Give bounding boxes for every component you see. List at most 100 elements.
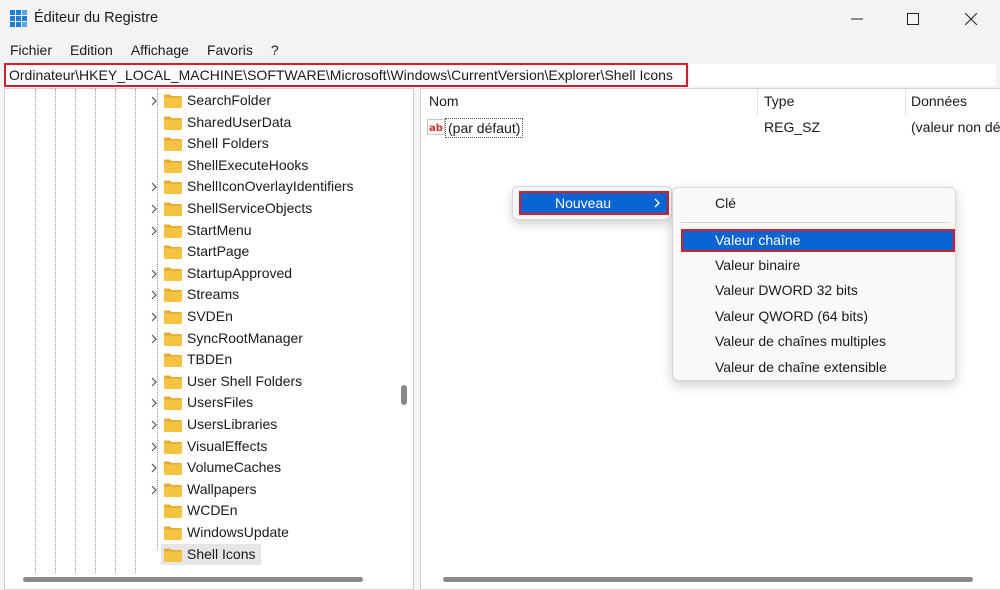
folder-icon [164, 375, 182, 389]
tree-item-label: Shell Folders [187, 135, 269, 152]
svg-text:ab: ab [429, 123, 443, 134]
chevron-right-icon[interactable] [149, 95, 159, 107]
tree-item-label: SVDEn [187, 308, 233, 324]
string-value-icon: ab [427, 119, 445, 135]
folder-icon [164, 159, 182, 173]
close-icon [965, 13, 977, 25]
tree-item-label: Shell Icons [187, 545, 256, 562]
tree-item[interactable]: WindowsUpdate [5, 522, 395, 544]
column-header-name[interactable]: Nom [429, 93, 459, 109]
menu-bar: Fichier Edition Affichage Favoris ? [0, 39, 287, 61]
chevron-right-icon[interactable] [149, 333, 159, 345]
menu-edition[interactable]: Edition [60, 39, 121, 61]
tree-item[interactable]: UsersFiles [5, 392, 395, 414]
submenu-item-valeur-chaine-extensible[interactable]: Valeur de chaîne extensible [673, 356, 957, 380]
submenu-item-valeur-binaire[interactable]: Valeur binaire [673, 254, 957, 278]
address-bar-empty[interactable] [690, 64, 996, 86]
chevron-right-icon[interactable] [149, 397, 159, 409]
folder-icon [164, 440, 182, 454]
minimize-icon [851, 18, 863, 20]
value-row[interactable]: ab (par défaut) REG_SZ (valeur non dé [421, 117, 1000, 139]
tree-item[interactable]: UsersLibraries [5, 414, 395, 436]
folder-icon [164, 332, 182, 346]
tree-item[interactable]: Shell Icons [5, 543, 395, 566]
menu-favoris[interactable]: Favoris [197, 39, 261, 61]
folder-icon [164, 94, 182, 108]
menu-fichier[interactable]: Fichier [0, 39, 60, 61]
tree-item-label: StartPage [187, 243, 250, 260]
tree-item-label: StartMenu [187, 221, 252, 238]
tree-item[interactable]: SVDEn [5, 306, 395, 328]
tree-horizontal-scrollbar[interactable] [23, 577, 363, 582]
chevron-right-icon[interactable] [149, 484, 159, 496]
tree-item-label: SharedUserData [187, 113, 292, 130]
menu-affichage[interactable]: Affichage [121, 39, 197, 61]
menu-item-nouveau-label: Nouveau [555, 195, 612, 211]
tree-item[interactable]: VisualEffects [5, 436, 395, 458]
tree-item[interactable]: StartMenu [5, 220, 395, 242]
chevron-right-icon[interactable] [149, 268, 159, 280]
chevron-right-icon[interactable] [149, 289, 159, 301]
chevron-right-icon[interactable] [149, 311, 159, 323]
address-bar[interactable]: Ordinateur\HKEY_LOCAL_MACHINE\SOFTWARE\M… [4, 63, 688, 87]
tree-item-label: StartupApproved [187, 264, 293, 281]
tree-item[interactable]: ShellServiceObjects [5, 198, 395, 220]
submenu-item-cle[interactable]: Clé [673, 192, 957, 216]
chevron-right-icon[interactable] [149, 441, 159, 453]
column-header-data[interactable]: Données [911, 93, 967, 109]
tree-item[interactable]: ShellExecuteHooks [5, 155, 395, 177]
value-data: (valeur non dé [911, 119, 1000, 135]
new-submenu: Clé Valeur chaîne Valeur binaire Valeur … [672, 187, 956, 381]
tree-item[interactable]: SharedUserData [5, 112, 395, 134]
tree-item[interactable]: StartPage [5, 241, 395, 263]
maximize-button[interactable] [884, 0, 942, 38]
tree-item[interactable]: TBDEn [5, 349, 395, 371]
tree-item[interactable]: WCDEn [5, 500, 395, 522]
menu-help[interactable]: ? [261, 39, 287, 61]
minimize-button[interactable] [828, 0, 886, 38]
chevron-right-icon[interactable] [149, 462, 159, 474]
tree-item[interactable]: StartupApproved [5, 263, 395, 285]
context-menu: Nouveau [512, 186, 672, 220]
submenu-item-valeur-chaine[interactable]: Valeur chaîne [681, 229, 955, 252]
folder-icon [164, 461, 182, 476]
value-name[interactable]: (par défaut) [445, 118, 524, 138]
close-button[interactable] [942, 0, 1000, 38]
column-header-type[interactable]: Type [764, 93, 794, 109]
tree-item[interactable]: Shell Folders [5, 133, 395, 155]
column-separator[interactable] [905, 89, 906, 115]
submenu-item-valeur-chaines-multiples[interactable]: Valeur de chaînes multiples [673, 330, 957, 354]
folder-icon [164, 224, 182, 238]
tree-item[interactable]: SyncRootManager [5, 328, 395, 350]
chevron-right-icon[interactable] [149, 376, 159, 388]
title-bar: Éditeur du Registre [0, 0, 1000, 38]
folder-icon [164, 353, 182, 368]
chevron-right-icon[interactable] [149, 225, 159, 237]
tree-item[interactable]: VolumeCaches [5, 457, 395, 479]
list-horizontal-scrollbar[interactable] [443, 577, 973, 582]
tree-vertical-scrollbar[interactable] [401, 385, 407, 405]
chevron-right-icon[interactable] [149, 181, 159, 193]
folder-icon [164, 180, 182, 195]
chevron-right-icon[interactable] [149, 419, 159, 431]
folder-icon [164, 202, 182, 216]
column-separator[interactable] [757, 89, 758, 115]
tree-item-label: UsersLibraries [187, 416, 278, 432]
folder-icon [164, 548, 182, 562]
key-tree-pane[interactable]: SearchFolder SharedUserData Shell Folders S… [4, 88, 414, 590]
maximize-icon [907, 13, 919, 25]
tree-item[interactable]: User Shell Folders [5, 371, 395, 393]
tree-item[interactable]: ShellIconOverlayIdentifiers [5, 176, 395, 198]
tree-item-label: TBDEn [187, 351, 233, 368]
tree-item-label: VisualEffects [187, 437, 268, 454]
registry-editor-icon [10, 10, 27, 27]
chevron-right-icon[interactable] [149, 203, 159, 215]
submenu-item-valeur-dword[interactable]: Valeur DWORD 32 bits [673, 279, 957, 303]
menu-item-nouveau[interactable]: Nouveau [519, 191, 669, 215]
tree-item[interactable]: SearchFolder [5, 90, 395, 112]
submenu-item-valeur-qword[interactable]: Valeur QWORD (64 bits) [673, 305, 957, 329]
tree-item[interactable]: Wallpapers [5, 479, 395, 501]
tree-item-label: User Shell Folders [187, 372, 303, 389]
tree-item[interactable]: Streams [5, 284, 395, 306]
chevron-right-icon [654, 198, 660, 208]
